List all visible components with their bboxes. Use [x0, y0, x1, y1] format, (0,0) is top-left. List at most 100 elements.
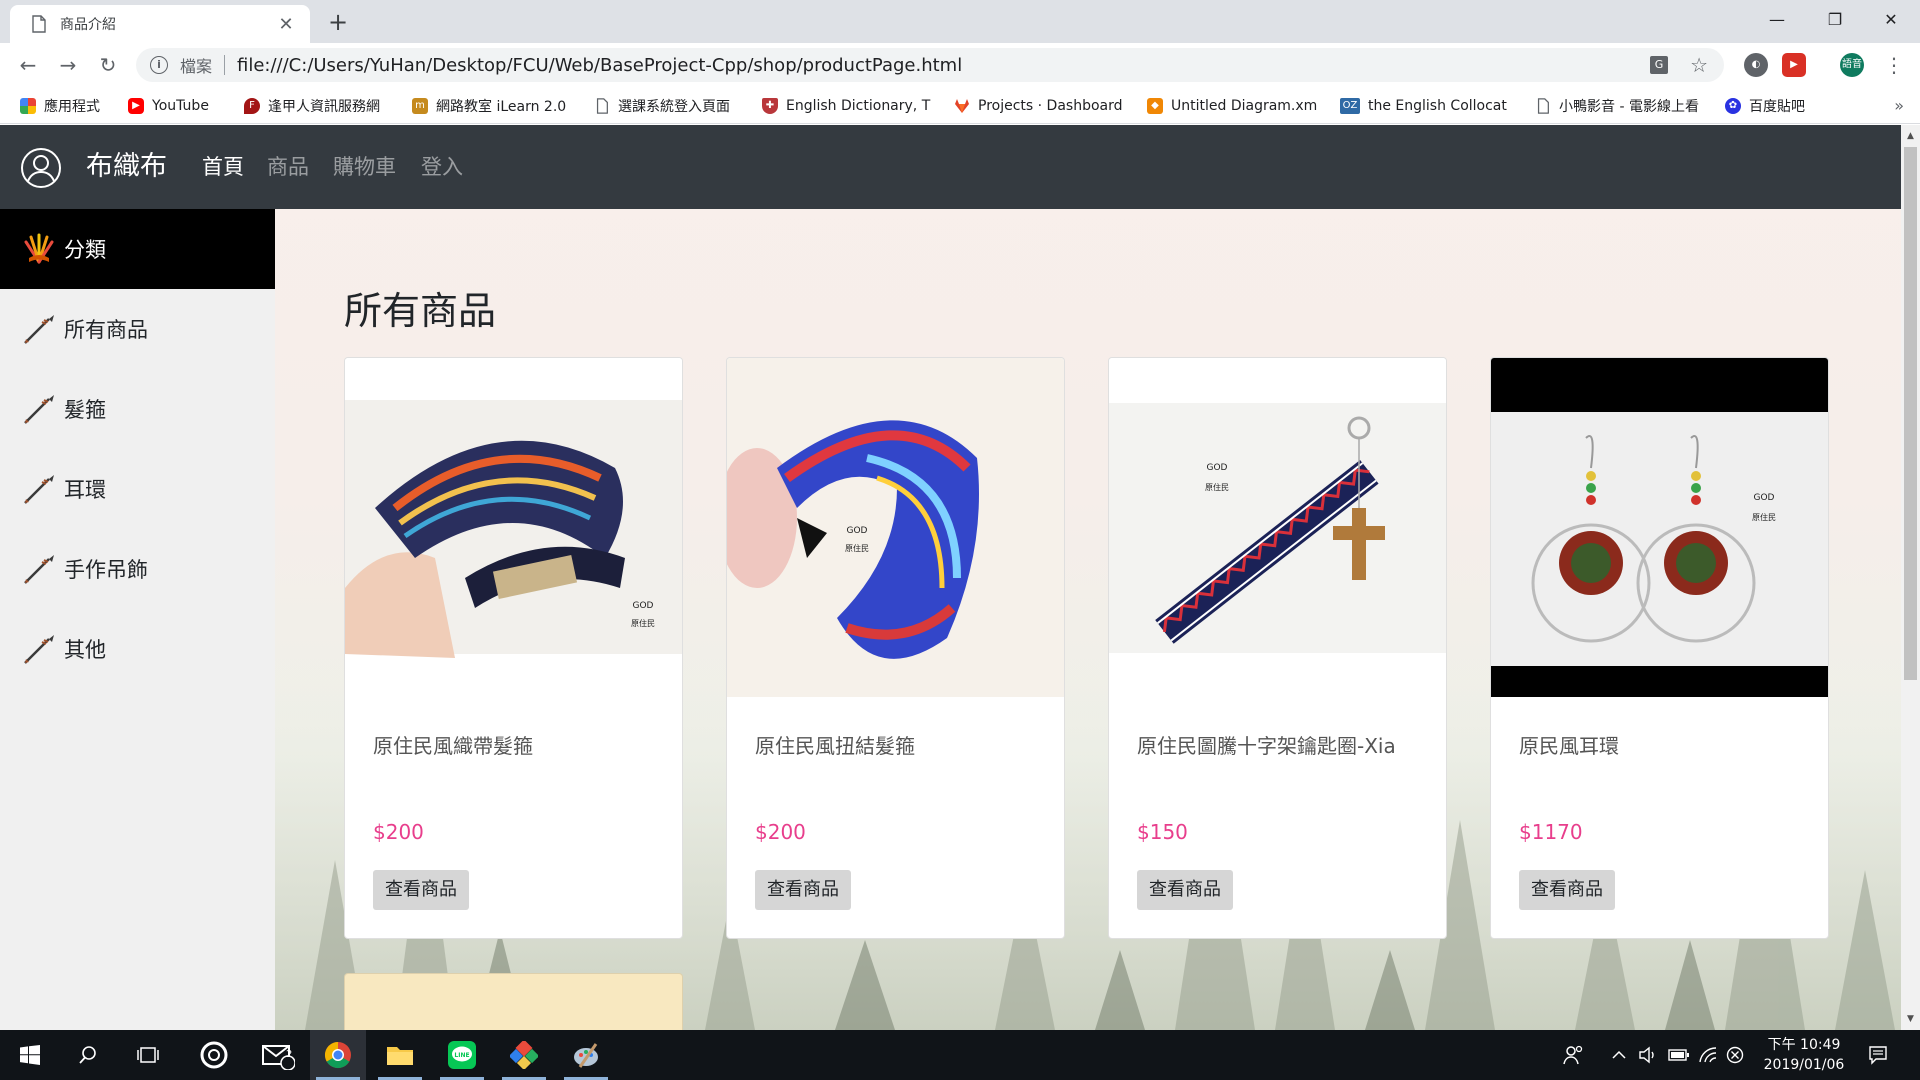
tab-title: 商品介紹	[60, 17, 116, 33]
arrow-icon	[24, 315, 54, 344]
product-image[interactable]: GOD 原住民	[1491, 358, 1829, 697]
bookmarks-bar: 應用程式 ▶ YouTube F 逢甲人資訊服務網 m 網路教室 iLearn …	[0, 88, 1920, 124]
scrollbar-thumb[interactable]	[1904, 147, 1917, 680]
product-card: GOD 原住民 原住民風扭結髮箍 $200 查看商品	[726, 357, 1065, 939]
translate-icon[interactable]: G	[1650, 56, 1669, 74]
extension-voice-icon[interactable]: 語音	[1840, 53, 1864, 77]
sidebar-item-others[interactable]: 其他	[0, 609, 275, 689]
sidebar-item-label: 其他	[64, 638, 106, 662]
page-title: 所有商品	[344, 289, 497, 333]
bookmark-youtube[interactable]: ▶ YouTube	[128, 88, 228, 124]
address-url[interactable]: file:///C:/Users/YuHan/Desktop/FCU/Web/B…	[237, 55, 1650, 76]
watermark-indigenous: 原住民	[631, 618, 655, 628]
bookmark-ozdic[interactable]: OZ the English Collocat	[1340, 88, 1512, 124]
bookmark-course-login[interactable]: 選課系統登入頁面	[594, 88, 744, 124]
new-tab-button[interactable]: +	[322, 6, 354, 38]
back-button[interactable]: ←	[12, 49, 44, 81]
watermark-god: GOD	[1754, 493, 1775, 503]
windows-taskbar: 2 LINE 下午 10:49 2019/01/06	[0, 1030, 1920, 1080]
sourcetree-icon[interactable]	[496, 1030, 552, 1080]
baidu-icon: ✿	[1725, 98, 1741, 114]
line-app-icon[interactable]: LINE	[434, 1030, 490, 1080]
product-card-partial[interactable]	[344, 973, 683, 1030]
nav-link-home[interactable]: 首頁	[202, 152, 244, 182]
address-bar[interactable]: i 檔案 file:///C:/Users/YuHan/Desktop/FCU/…	[136, 48, 1724, 82]
bookmark-duck-video[interactable]: 小鴨影音 - 電影線上看	[1535, 88, 1705, 124]
product-price: $150	[1137, 820, 1188, 844]
nav-link-products[interactable]: 商品	[267, 152, 309, 182]
forward-button[interactable]: →	[52, 49, 84, 81]
bookmark-baidu[interactable]: ✿ 百度貼吧	[1725, 88, 1835, 124]
bookmark-apps[interactable]: 應用程式	[20, 88, 120, 124]
product-image[interactable]: GOD 原住民	[1109, 358, 1447, 697]
battery-icon[interactable]	[1668, 1030, 1690, 1080]
product-image[interactable]: GOD 原住民	[727, 358, 1065, 697]
bookmark-cambridge[interactable]: ✚ English Dictionary, T	[762, 88, 934, 124]
scroll-down-icon[interactable]: ▼	[1901, 1010, 1920, 1028]
window-close-button[interactable]: ✕	[1862, 0, 1920, 40]
sidebar-item-all-products[interactable]: 所有商品	[0, 289, 275, 369]
mail-icon[interactable]: 2	[250, 1030, 306, 1080]
menu-kebab-icon[interactable]: ⋮	[1878, 49, 1910, 81]
sidebar-item-earrings[interactable]: 耳環	[0, 449, 275, 529]
address-separator	[224, 55, 226, 75]
watermark-indigenous: 原住民	[1752, 512, 1776, 522]
minimize-button[interactable]: —	[1748, 0, 1806, 40]
info-icon[interactable]: i	[150, 56, 168, 74]
nav-link-login[interactable]: 登入	[421, 152, 463, 182]
watermark-god: GOD	[847, 526, 868, 536]
taskbar-clock[interactable]: 下午 10:49 2019/01/06	[1754, 1035, 1854, 1075]
bookmark-ilearn[interactable]: m 網路教室 iLearn 2.0	[412, 88, 577, 124]
search-icon[interactable]	[60, 1030, 116, 1080]
scroll-up-icon[interactable]: ▲	[1901, 127, 1920, 145]
view-product-button[interactable]: 查看商品	[1137, 870, 1233, 910]
product-image[interactable]: GOD 原住民	[345, 358, 683, 697]
product-card: GOD 原住民 原住民圖騰十字架鑰匙圈-Xia $150 查看商品	[1108, 357, 1447, 939]
bookmark-label: English Dictionary, T	[786, 98, 931, 114]
view-product-button[interactable]: 查看商品	[755, 870, 851, 910]
extension-media-icon[interactable]: ▶	[1782, 53, 1806, 77]
cortana-icon[interactable]	[186, 1030, 242, 1080]
sidebar-item-label: 手作吊飾	[64, 558, 148, 582]
page-icon	[32, 15, 46, 33]
bookmark-drawio[interactable]: ◆ Untitled Diagram.xml	[1147, 88, 1317, 124]
start-windows-icon[interactable]	[2, 1030, 58, 1080]
wifi-icon[interactable]	[1698, 1030, 1718, 1080]
input-status-icon[interactable]	[1726, 1030, 1744, 1080]
view-product-button[interactable]: 查看商品	[373, 870, 469, 910]
bookmark-gitlab[interactable]: Projects · Dashboard	[954, 88, 1124, 124]
file-explorer-icon[interactable]	[372, 1030, 428, 1080]
web-page: 布織布 首頁 商品 購物車 登入 分類 所有商品 髮箍 耳環 手作吊飾 其他 所…	[0, 125, 1901, 1030]
tab-close-icon[interactable]: ✕	[274, 14, 298, 35]
user-circle-icon[interactable]	[20, 147, 62, 189]
nav-link-cart[interactable]: 購物車	[333, 152, 396, 182]
clock-time: 下午 10:49	[1767, 1037, 1841, 1053]
feather-headdress-icon	[24, 233, 54, 264]
chrome-taskbar-icon[interactable]	[310, 1030, 366, 1080]
drawio-icon: ◆	[1147, 98, 1163, 114]
bookmark-fcu[interactable]: F 逢甲人資訊服務網	[244, 88, 394, 124]
arrow-icon	[24, 555, 54, 584]
site-brand[interactable]: 布織布	[86, 147, 167, 187]
reload-button[interactable]: ↻	[92, 49, 124, 81]
sidebar-item-headbands[interactable]: 髮箍	[0, 369, 275, 449]
page-scrollbar[interactable]: ▲ ▼	[1901, 125, 1920, 1030]
sidebar-item-handmade-charms[interactable]: 手作吊飾	[0, 529, 275, 609]
sidebar-item-label: 所有商品	[64, 318, 148, 342]
bookmark-star-icon[interactable]: ☆	[1690, 53, 1708, 77]
notification-center-icon[interactable]	[1868, 1030, 1888, 1080]
restore-button[interactable]: ❐	[1806, 0, 1864, 40]
arrow-icon	[24, 635, 54, 664]
paint-app-icon[interactable]	[558, 1030, 614, 1080]
view-product-button[interactable]: 查看商品	[1519, 870, 1615, 910]
people-icon[interactable]	[1562, 1030, 1584, 1080]
browser-tab[interactable]: 商品介紹 ✕	[10, 5, 310, 43]
tray-expand-icon[interactable]	[1612, 1030, 1626, 1080]
watermark-indigenous: 原住民	[1205, 482, 1229, 492]
volume-icon[interactable]	[1638, 1030, 1658, 1080]
bookmarks-more-button[interactable]: »	[1894, 88, 1904, 124]
task-view-icon[interactable]	[120, 1030, 176, 1080]
sidebar-item-label: 髮箍	[64, 398, 106, 422]
address-scheme-label: 檔案	[180, 57, 213, 76]
extension-dark-mode-icon[interactable]: ◐	[1744, 53, 1768, 77]
